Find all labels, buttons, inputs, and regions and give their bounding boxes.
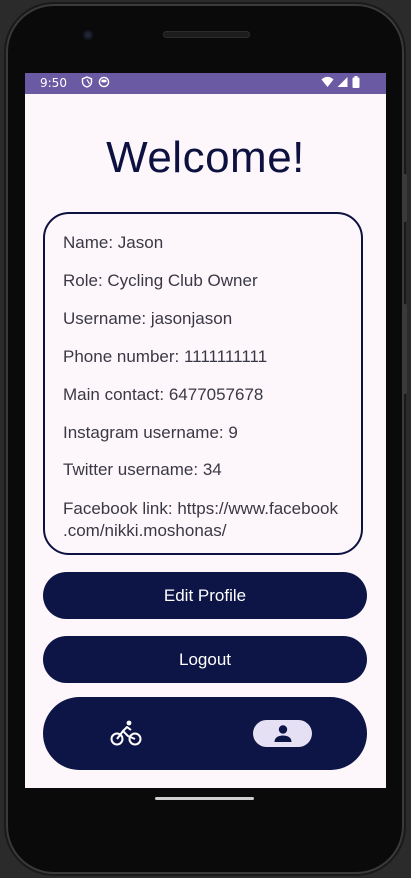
- earpiece-speaker: [163, 31, 250, 38]
- profile-role: Role: Cycling Club Owner: [63, 271, 258, 290]
- profile-name: Name: Jason: [63, 233, 164, 252]
- face-icon: [98, 76, 110, 88]
- gesture-home-bar[interactable]: [155, 797, 254, 800]
- logout-button[interactable]: Logout: [43, 636, 367, 683]
- bottom-navigation: [43, 697, 367, 770]
- nav-item-cycling[interactable]: [109, 717, 143, 751]
- app-screen: 9:50 Welcome! Name: Jason Role: Cycling …: [25, 73, 386, 788]
- profile-phone: Phone number: 1111111111: [63, 347, 268, 366]
- signal-icon: [337, 77, 348, 87]
- profile-twitter: Twitter username: 34: [63, 460, 222, 479]
- person-icon: [274, 725, 292, 742]
- front-camera: [83, 30, 93, 40]
- edit-profile-button[interactable]: Edit Profile: [43, 572, 367, 619]
- profile-card: Name: Jason Role: Cycling Club Owner Use…: [43, 212, 363, 555]
- page-title: Welcome!: [106, 133, 305, 182]
- battery-icon: [352, 76, 360, 88]
- profile-main-contact: Main contact: 6477057678: [63, 385, 264, 404]
- profile-instagram: Instagram username: 9: [63, 423, 238, 442]
- nav-item-profile[interactable]: [272, 723, 294, 745]
- status-time: 9:50: [40, 76, 67, 90]
- status-bar: 9:50: [25, 73, 386, 94]
- bicycle-icon: [110, 720, 142, 746]
- volume-button: [403, 174, 407, 222]
- profile-username: Username: jasonjason: [63, 309, 233, 328]
- profile-facebook-line1: Facebook link: https://www.facebook: [63, 499, 338, 518]
- power-button: [403, 304, 407, 394]
- shield-icon: [81, 76, 93, 88]
- wifi-icon: [321, 76, 334, 87]
- profile-facebook-line2: .com/nikki.moshonas/: [63, 521, 227, 540]
